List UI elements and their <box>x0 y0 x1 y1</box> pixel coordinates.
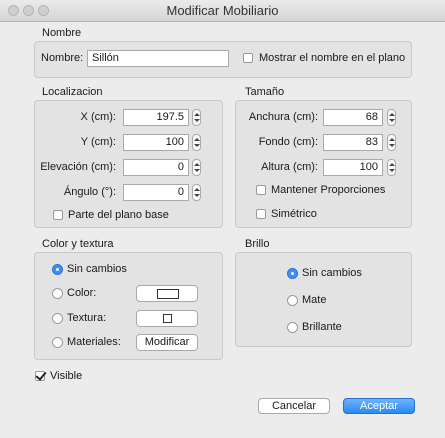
section-nombre-title: Nombre <box>42 27 82 39</box>
base-plan-label: Parte del plano base <box>68 209 169 221</box>
elevation-label: Elevación (cm): <box>40 161 116 173</box>
title-bar: Modificar Mobiliario <box>0 0 445 22</box>
x-stepper[interactable] <box>192 109 201 126</box>
window-title: Modificar Mobiliario <box>166 3 279 18</box>
x-input[interactable]: 197.5 <box>123 109 189 126</box>
brillo-no-change-radio[interactable] <box>287 268 298 279</box>
width-input[interactable]: 68 <box>323 109 383 126</box>
angle-stepper[interactable] <box>192 184 201 201</box>
materials-label: Materiales: <box>67 336 121 348</box>
dialog-window: Modificar Mobiliario Nombre Nombre: Sill… <box>0 0 445 438</box>
elevation-stepper[interactable] <box>192 159 201 176</box>
height-label: Altura (cm): <box>261 161 318 173</box>
color-label: Color: <box>67 287 97 299</box>
section-brillo-title: Brillo <box>245 238 270 250</box>
elevation-input[interactable]: 0 <box>123 159 189 176</box>
x-label: X (cm): <box>80 111 116 123</box>
brillo-no-change-label: Sin cambios <box>302 267 362 279</box>
show-name-label: Mostrar el nombre en el plano <box>259 52 406 64</box>
modify-materials-button[interactable]: Modificar <box>136 334 198 351</box>
depth-input[interactable]: 83 <box>323 134 383 151</box>
color-picker-button[interactable] <box>136 285 198 302</box>
section-localizacion-title: Localizacion <box>42 86 103 98</box>
angle-label: Ángulo (°): <box>63 186 116 198</box>
texture-swatch-icon <box>163 314 172 323</box>
name-label: Nombre: <box>41 52 84 64</box>
color-no-change-label: Sin cambios <box>67 263 127 275</box>
visible-checkbox[interactable] <box>35 371 45 381</box>
keep-proportions-label: Mantener Proporciones <box>271 184 386 196</box>
texture-radio[interactable] <box>52 313 63 324</box>
y-input[interactable]: 100 <box>123 134 189 151</box>
base-plan-checkbox[interactable] <box>53 210 63 220</box>
materials-radio[interactable] <box>52 337 63 348</box>
color-swatch-icon <box>157 289 179 299</box>
keep-proportions-checkbox[interactable] <box>256 185 266 195</box>
name-input[interactable]: Sillón <box>87 50 229 67</box>
matte-label: Mate <box>302 294 327 306</box>
color-no-change-radio[interactable] <box>52 264 63 275</box>
section-tamano-title: Tamaño <box>245 86 285 98</box>
depth-stepper[interactable] <box>387 134 396 151</box>
show-name-checkbox[interactable] <box>243 53 253 63</box>
visible-label: Visible <box>50 370 83 382</box>
shiny-radio[interactable] <box>287 322 298 333</box>
width-label: Anchura (cm): <box>248 111 318 123</box>
y-label: Y (cm): <box>80 136 116 148</box>
y-stepper[interactable] <box>192 134 201 151</box>
depth-label: Fondo (cm): <box>258 136 318 148</box>
accept-button[interactable]: Aceptar <box>343 398 415 414</box>
symmetric-label: Simétrico <box>271 208 317 220</box>
width-stepper[interactable] <box>387 109 396 126</box>
texture-label: Textura: <box>67 312 107 324</box>
color-radio[interactable] <box>52 288 63 299</box>
section-color-title: Color y textura <box>42 238 114 250</box>
shiny-label: Brillante <box>302 321 342 333</box>
symmetric-checkbox[interactable] <box>256 209 266 219</box>
height-stepper[interactable] <box>387 159 396 176</box>
height-input[interactable]: 100 <box>323 159 383 176</box>
matte-radio[interactable] <box>287 295 298 306</box>
angle-input[interactable]: 0 <box>123 184 189 201</box>
texture-picker-button[interactable] <box>136 310 198 327</box>
cancel-button[interactable]: Cancelar <box>258 398 330 414</box>
